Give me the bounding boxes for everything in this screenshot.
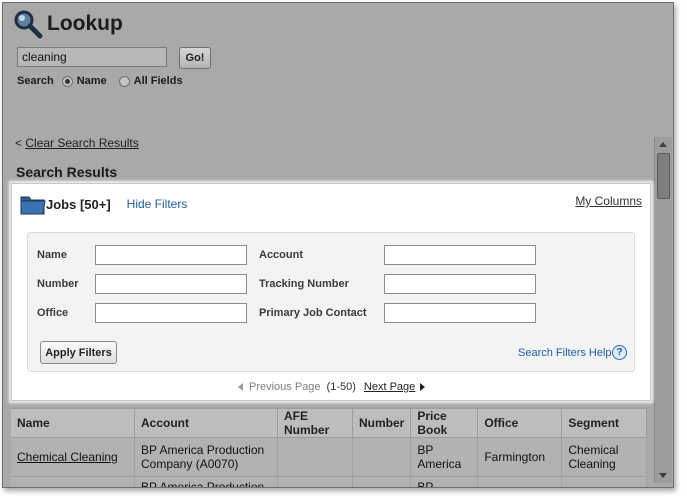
table-row: Chemical Cleaning BP America Production … [11,437,647,477]
account-cell: BP America Production [134,476,278,487]
go-button[interactable]: Go! [179,47,211,69]
job-name-link[interactable]: Chemical Cleaning [17,450,118,464]
afe-number-cell [277,437,353,477]
column-header-number[interactable]: Number [352,408,412,438]
column-header-segment[interactable]: Segment [561,408,647,438]
scroll-up-icon[interactable] [659,142,667,147]
search-options: Search Name All Fields [17,75,183,87]
office-filter-input[interactable] [95,303,247,323]
column-header-afe-number[interactable]: AFE Number [277,408,353,438]
name-cell: Chemical Cleaning [11,437,135,477]
primary-job-contact-filter-label: Primary Job Contact [259,307,367,319]
table-header-row: Name Account AFE Number Number Price Boo… [11,408,647,438]
account-cell: BP America Production Company (A0070) [134,437,278,477]
office-cell [477,476,563,487]
my-columns-link[interactable]: My Columns [575,194,642,208]
magnifier-icon [14,10,43,39]
apply-filters-button[interactable]: Apply Filters [40,341,117,364]
number-filter-label: Number [37,278,79,290]
column-header-price-book[interactable]: Price Book [410,408,479,438]
table-row: BP America Production BP [11,476,647,487]
clear-search-results-link[interactable]: Clear Search Results [25,136,138,150]
back-caret: < [15,136,23,150]
jobs-panel: Jobs [50+] Hide Filters My Columns Name … [11,183,651,401]
folder-icon [20,196,46,215]
column-header-account[interactable]: Account [134,408,278,438]
number-cell [352,476,412,487]
price-book-cell: BP America [410,437,479,477]
all-fields-radio-label: All Fields [133,75,183,87]
results-table: Name Account AFE Number Number Price Boo… [11,408,647,487]
vertical-scrollbar[interactable] [654,137,672,483]
next-page-link[interactable]: Next Page [364,381,415,393]
search-label: Search [17,75,54,87]
name-radio-label: Name [76,75,107,87]
office-cell: Farmington [477,437,563,477]
help-icon[interactable]: ? [612,345,627,360]
name-cell [11,476,135,487]
account-filter-label: Account [259,249,303,261]
name-filter-label: Name [37,249,67,261]
panel-header: Jobs [50+] Hide Filters [20,192,187,216]
filters-box: Name Account Number Tracking Number Offi… [27,232,635,372]
lookup-window: Lookup Go! Search Name All Fields < Clea… [2,2,674,488]
results-table-wrap: Name Account AFE Number Number Price Boo… [11,408,647,487]
segment-cell [561,476,647,487]
previous-page-link: Previous Page [249,381,321,393]
column-header-name[interactable]: Name [11,408,135,438]
name-radio[interactable] [61,75,73,87]
segment-cell: Chemical Cleaning [561,437,647,477]
page-title: Lookup [47,12,123,35]
search-input[interactable] [17,47,167,67]
afe-number-cell [277,476,353,487]
account-filter-input[interactable] [384,245,536,265]
hide-filters-link[interactable]: Hide Filters [127,197,188,211]
scroll-thumb[interactable] [657,153,670,199]
previous-arrow-icon [238,383,243,391]
search-results-heading: Search Results [16,164,118,180]
pager: Previous Page (1-50) Next Page [238,381,426,393]
next-arrow-icon[interactable] [420,383,426,391]
name-filter-input[interactable] [95,245,247,265]
tracking-number-filter-label: Tracking Number [259,278,349,290]
scroll-down-icon[interactable] [659,473,667,478]
column-header-office[interactable]: Office [477,408,563,438]
all-fields-radio[interactable] [118,75,130,87]
number-cell [352,437,412,477]
number-filter-input[interactable] [95,274,247,294]
price-book-cell: BP [410,476,479,487]
header: Lookup [13,7,123,41]
clear-search-row: < Clear Search Results [15,136,139,150]
primary-job-contact-filter-input[interactable] [384,303,536,323]
tracking-number-filter-input[interactable] [384,274,536,294]
search-filters-help-link[interactable]: Search Filters Help [518,347,612,359]
office-filter-label: Office [37,307,69,319]
jobs-title: Jobs [50+] [46,196,111,212]
page-count: (1-50) [326,381,356,393]
